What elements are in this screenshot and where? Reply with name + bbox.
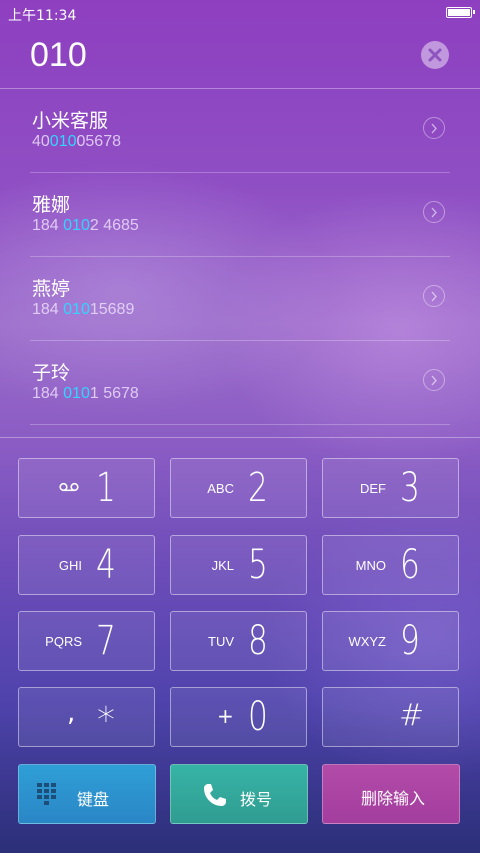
- status-time: 上午11:34: [8, 8, 77, 24]
- key-letters: PQRS: [45, 634, 82, 649]
- key-letters: MNO: [355, 558, 386, 573]
- number-prefix: 184: [32, 217, 64, 234]
- key-digit: 8: [248, 618, 268, 664]
- key-digit: 1: [96, 465, 116, 511]
- key-digit: 6: [400, 542, 420, 588]
- voicemail-icon: [59, 482, 79, 492]
- key-6[interactable]: MNO 6: [322, 535, 459, 595]
- status-bar: 上午11:34: [0, 0, 480, 28]
- key-star[interactable]: , *: [18, 687, 155, 747]
- contact-detail-button[interactable]: [423, 285, 445, 307]
- key-0[interactable]: + 0: [170, 687, 307, 747]
- key-digit: 7: [96, 618, 116, 664]
- delete-input-label: 删除输入: [361, 789, 426, 808]
- chevron-right-icon: [431, 207, 437, 218]
- dialed-number: 010: [30, 36, 87, 74]
- dialer-input: 010: [0, 28, 480, 88]
- chevron-right-icon: [431, 291, 437, 302]
- contact-item[interactable]: 燕婷 184 01015689: [0, 257, 480, 341]
- number-prefix: 40: [32, 133, 50, 150]
- key-plus-symbol: +: [217, 704, 234, 728]
- key-digit: 0: [248, 694, 268, 740]
- key-5[interactable]: JKL 5: [170, 535, 307, 595]
- number-suffix: 05678: [76, 133, 122, 150]
- number-suffix: 2 4685: [89, 217, 139, 234]
- contact-item[interactable]: 子玲 184 0101 5678: [0, 341, 480, 425]
- contact-name: 雅娜: [32, 194, 71, 216]
- key-9[interactable]: WXYZ 9: [322, 611, 459, 671]
- call-label: 拨号: [240, 790, 273, 809]
- key-digit: 2: [248, 465, 268, 511]
- key-digit: 4: [96, 542, 116, 588]
- call-button[interactable]: 拨号: [170, 764, 308, 824]
- key-letters: TUV: [208, 634, 234, 649]
- battery-icon: [446, 7, 475, 18]
- keyboard-toggle-label: 键盘: [77, 790, 110, 809]
- contact-item[interactable]: 小米客服 4001005678: [0, 89, 480, 173]
- chevron-right-icon: [431, 123, 437, 134]
- key-letters: DEF: [360, 481, 386, 496]
- key-digit: 5: [248, 542, 268, 588]
- contact-number: 4001005678: [32, 133, 121, 151]
- contact-number: 184 0101 5678: [32, 385, 139, 403]
- key-1[interactable]: 1: [18, 458, 155, 518]
- keypad-icon: [37, 783, 56, 805]
- contact-name: 子玲: [32, 362, 71, 384]
- contact-name: 燕婷: [32, 278, 71, 300]
- number-prefix: 184: [32, 301, 64, 318]
- clear-input-button[interactable]: [421, 41, 449, 69]
- contact-detail-button[interactable]: [423, 369, 445, 391]
- contact-detail-button[interactable]: [423, 201, 445, 223]
- contact-detail-button[interactable]: [423, 117, 445, 139]
- contact-item[interactable]: 雅娜 184 0102 4685: [0, 173, 480, 257]
- key-digit: 3: [400, 465, 420, 511]
- divider: [0, 437, 480, 438]
- number-match-highlight: 010: [63, 301, 90, 318]
- key-pause-symbol: ,: [67, 698, 76, 728]
- key-hash[interactable]: #: [322, 687, 459, 747]
- key-8[interactable]: TUV 8: [170, 611, 307, 671]
- chevron-right-icon: [431, 375, 437, 386]
- number-match-highlight: 010: [63, 217, 90, 234]
- key-3[interactable]: DEF 3: [322, 458, 459, 518]
- number-prefix: 184: [32, 385, 64, 402]
- number-suffix: 15689: [89, 301, 135, 318]
- phone-icon: [204, 784, 226, 806]
- contact-name: 小米客服: [32, 110, 109, 132]
- number-suffix: 1 5678: [89, 385, 139, 402]
- delete-input-button[interactable]: 删除输入: [322, 764, 460, 824]
- key-letters: JKL: [211, 558, 234, 573]
- contact-number: 184 01015689: [32, 301, 134, 319]
- keyboard-toggle-button[interactable]: 键盘: [18, 764, 156, 824]
- key-2[interactable]: ABC 2: [170, 458, 307, 518]
- divider: [30, 424, 450, 425]
- key-letters: GHI: [58, 558, 82, 573]
- contact-number: 184 0102 4685: [32, 217, 139, 235]
- key-4[interactable]: GHI 4: [18, 535, 155, 595]
- asterisk-icon: *: [97, 700, 115, 741]
- hash-icon: #: [399, 698, 425, 733]
- key-letters: ABC: [207, 481, 234, 496]
- key-letters: WXYZ: [348, 634, 386, 649]
- key-7[interactable]: PQRS 7: [18, 611, 155, 671]
- number-match-highlight: 010: [49, 133, 77, 150]
- close-icon: [428, 48, 442, 62]
- number-match-highlight: 010: [63, 385, 90, 402]
- key-digit: 9: [400, 618, 420, 664]
